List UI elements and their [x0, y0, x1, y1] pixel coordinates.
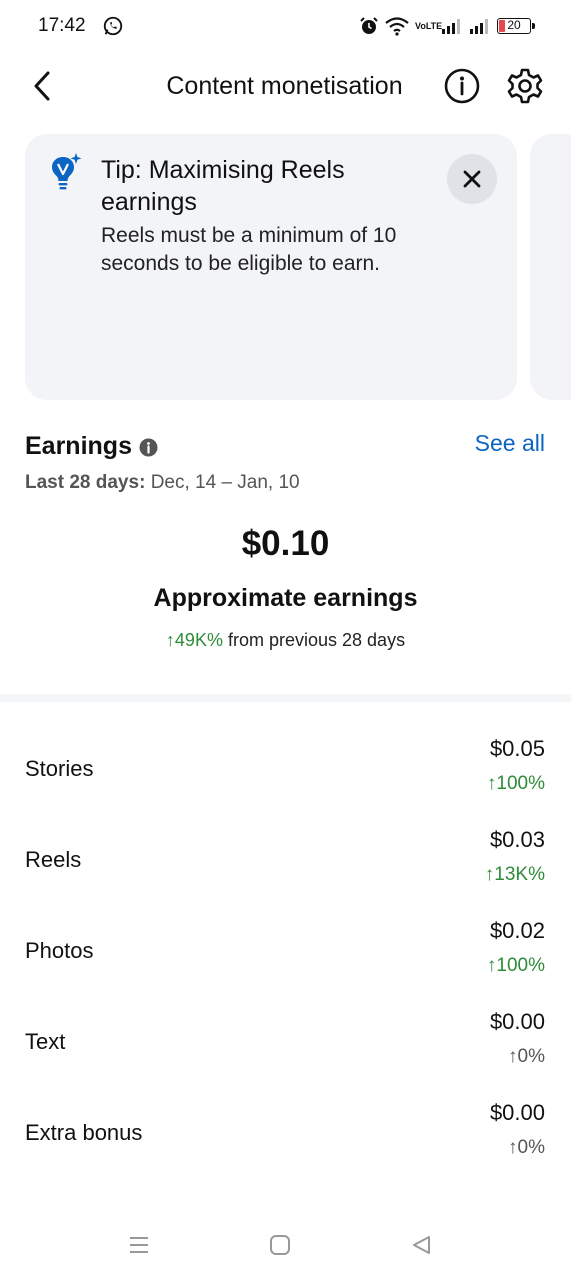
back-icon[interactable] [410, 1234, 432, 1256]
date-range-label: Last 28 days: [25, 472, 146, 493]
earnings-title: Earnings [25, 432, 132, 460]
page-title: Content monetisation [166, 72, 403, 100]
settings-gear-icon[interactable] [506, 67, 544, 105]
menu-icon[interactable] [128, 1234, 150, 1256]
signal-icon [470, 19, 488, 34]
info-icon[interactable] [139, 438, 158, 457]
battery-level: 20 [507, 18, 521, 32]
row-change: ↑13K% [484, 864, 545, 885]
row-label: Stories [25, 756, 94, 781]
total-change-value: ↑49K% [165, 630, 223, 650]
tip-title: Tip: Maximising Reels earnings [101, 156, 345, 216]
tip-body: Reels must be a minimum of 10 seconds to… [101, 224, 397, 275]
earnings-row-text[interactable]: Text $0.00 ↑0% [0, 1004, 571, 1095]
whatsapp-icon [103, 16, 123, 36]
close-tip-button[interactable] [447, 154, 497, 204]
volte-icon: VoLTE [415, 20, 443, 31]
row-amount: $0.03 [489, 827, 545, 852]
row-label: Reels [25, 847, 82, 872]
tip-card: Tip: Maximising Reels earnings Reels mus… [25, 134, 517, 400]
row-label: Extra bonus [25, 1120, 143, 1145]
earnings-row-extra-bonus[interactable]: Extra bonus $0.00 ↑0% [0, 1095, 571, 1186]
row-change: ↑100% [486, 955, 545, 976]
row-change: ↑0% [508, 1046, 545, 1067]
row-amount: $0.00 [489, 1009, 545, 1034]
next-tip-card[interactable] [530, 134, 571, 400]
battery-icon: 20 [497, 18, 535, 34]
row-amount: $0.00 [489, 1100, 545, 1125]
system-nav-bar [0, 1210, 571, 1280]
row-amount: $0.02 [489, 918, 545, 943]
row-amount: $0.05 [489, 736, 545, 761]
home-icon[interactable] [269, 1234, 291, 1256]
total-earnings-label: Approximate earnings [153, 584, 418, 612]
row-label: Text [25, 1029, 66, 1054]
close-icon [463, 170, 481, 188]
signal-icon [442, 19, 460, 34]
row-label: Photos [25, 938, 94, 963]
date-range: Last 28 days: Dec, 14 – Jan, 10 [25, 472, 300, 494]
status-bar: 17:42 VoLTE 20 [0, 0, 571, 52]
row-change: ↑0% [508, 1137, 545, 1158]
lightbulb-sparkle-icon [52, 153, 82, 190]
status-time: 17:42 [38, 15, 86, 36]
earnings-row-stories[interactable]: Stories $0.05 ↑100% [0, 731, 571, 822]
total-change: ↑49K% from previous 28 days [0, 630, 571, 651]
earnings-row-photos[interactable]: Photos $0.02 ↑100% [0, 913, 571, 1004]
date-range-value: Dec, 14 – Jan, 10 [150, 472, 300, 493]
section-divider [0, 694, 571, 702]
total-change-text: from previous 28 days [227, 630, 406, 650]
wifi-icon [385, 17, 409, 36]
see-all-link[interactable]: See all [475, 430, 545, 457]
earnings-row-reels[interactable]: Reels $0.03 ↑13K% [0, 822, 571, 913]
total-earnings: $0.10 [241, 524, 330, 563]
alarm-icon [360, 17, 378, 34]
header: Content monetisation [0, 56, 571, 118]
row-change: ↑100% [486, 773, 545, 794]
info-icon[interactable] [443, 67, 481, 105]
